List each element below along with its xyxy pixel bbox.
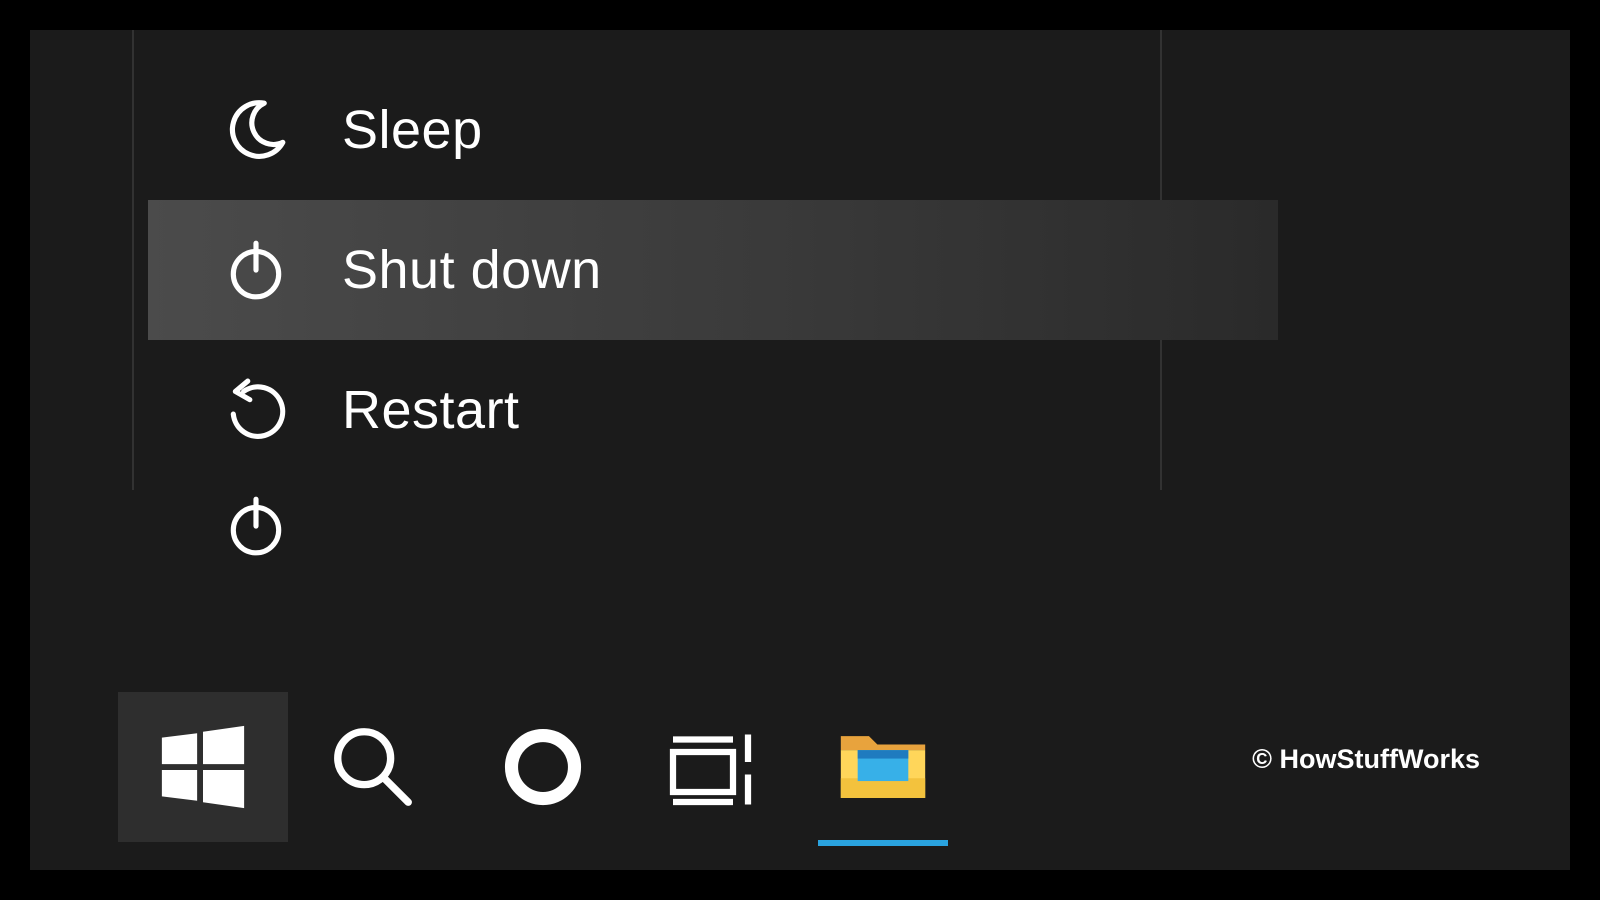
start-power-button[interactable] <box>220 490 292 562</box>
task-view-icon <box>663 725 763 809</box>
power-menu-item-label: Restart <box>342 379 520 441</box>
power-icon <box>220 234 292 306</box>
power-menu-item-restart[interactable]: Restart <box>148 340 1278 480</box>
power-menu: Sleep Shut down Restart <box>148 60 1278 480</box>
file-explorer-button[interactable] <box>798 692 968 842</box>
cortana-icon <box>501 725 585 809</box>
power-menu-item-label: Sleep <box>342 99 483 161</box>
search-button[interactable] <box>288 692 458 842</box>
power-menu-item-label: Shut down <box>342 239 602 301</box>
moon-icon <box>220 94 292 166</box>
taskbar <box>118 692 968 842</box>
panel-edge-left <box>132 30 134 490</box>
desktop-area: Sleep Shut down Restart <box>30 30 1570 870</box>
power-icon <box>223 493 289 559</box>
cortana-button[interactable] <box>458 692 628 842</box>
task-view-button[interactable] <box>628 692 798 842</box>
restart-icon <box>220 374 292 446</box>
search-icon <box>326 720 420 814</box>
power-menu-item-shutdown[interactable]: Shut down <box>148 200 1278 340</box>
attribution-text: © HowStuffWorks <box>1252 744 1480 775</box>
power-menu-item-sleep[interactable]: Sleep <box>148 60 1278 200</box>
file-explorer-icon <box>838 729 928 805</box>
start-button[interactable] <box>118 692 288 842</box>
windows-logo-icon <box>156 720 250 814</box>
running-indicator <box>818 840 948 846</box>
